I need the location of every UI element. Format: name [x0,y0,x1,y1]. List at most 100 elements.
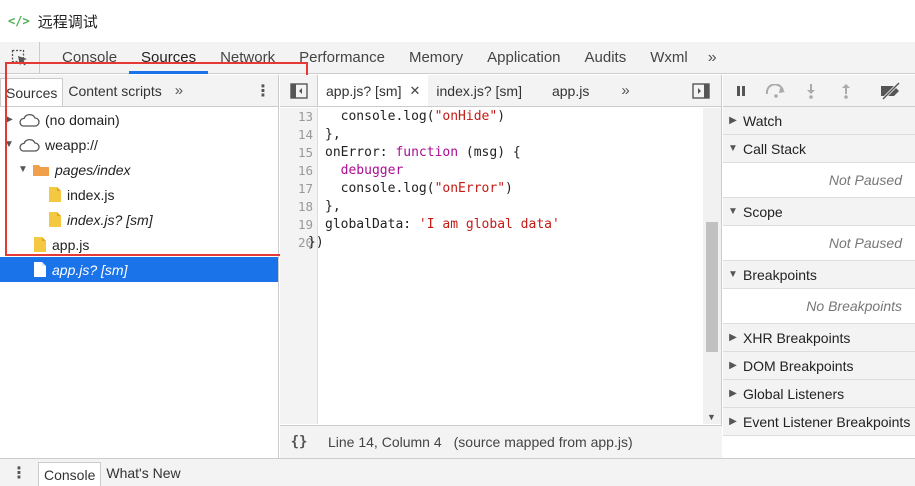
collapse-arrow-icon: ▼ [18,164,28,175]
tab-sources[interactable]: Sources [129,42,209,74]
expanded-triangle-icon: ▼ [728,143,738,154]
tree-item-app-js[interactable]: app.js [0,232,278,257]
panel-left-icon [289,82,308,99]
expanded-triangle-icon: ▼ [728,206,738,217]
tree-item-pages-index[interactable]: ▼ pages/index [0,157,278,182]
debugger-sidebar: ▶ Watch ▼ Call Stack Not Paused ▼ Scope … [723,75,915,458]
window-title: 远程调试 [37,13,98,31]
editor-tab-label: app.js? [sm] [326,82,402,99]
global-listeners-pane-header[interactable]: ▶ Global Listeners [723,380,915,408]
code-line: }) [308,235,324,250]
navigator-tab-sources[interactable]: Sources [0,78,64,106]
code-line: debugger [325,163,404,178]
tab-memory[interactable]: Memory [397,42,475,73]
collapsed-triangle-icon: ▶ [729,388,737,399]
pause-icon [736,85,745,96]
cursor-position: Line 14, Column 4 [328,434,442,450]
expanded-triangle-icon: ▼ [728,269,738,280]
event-listener-breakpoints-pane-header[interactable]: ▶ Event Listener Breakpoints [723,408,915,436]
xhr-breakpoints-pane-header[interactable]: ▶ XHR Breakpoints [723,324,915,352]
collapsed-triangle-icon: ▶ [729,416,737,427]
line-number-gutter[interactable]: 13 14 15 16 17 18 19 20 [280,108,318,424]
editor-scrollbar[interactable]: ▼ [703,108,721,424]
step-into-button[interactable] [793,83,828,99]
watch-pane-header[interactable]: ▶ Watch [723,107,915,135]
navigator-more-button[interactable]: » [167,75,191,106]
inspect-cursor-icon [11,49,27,65]
toggle-navigator-button[interactable] [280,75,318,106]
collapse-arrow-icon: ▼ [4,139,14,150]
drawer-tab-whats-new[interactable]: What's New [101,459,185,486]
line-number: 14 [297,127,313,142]
tree-item-app-js-sm[interactable]: app.js? [sm] [0,257,278,282]
folder-icon [32,163,50,177]
pane-title: Call Stack [743,140,807,157]
tree-item-label: index.js [67,186,115,203]
scroll-down-arrow-icon[interactable]: ▼ [707,412,716,422]
tab-network[interactable]: Network [208,42,287,73]
code-lines: console.log("onHide") }, onError: functi… [308,108,560,252]
tab-performance[interactable]: Performance [287,42,397,73]
tree-item-label: weapp:// [45,136,98,153]
line-number: 16 [297,163,313,178]
tree-item-weapp[interactable]: ▼ weapp:// [0,132,278,157]
toggle-debugger-button[interactable] [681,75,721,106]
deactivate-breakpoints-icon [880,81,900,100]
file-tree: ▶ (no domain) ▼ weapp:// ▼ pages/index i… [0,107,278,282]
line-number: 15 [297,145,313,160]
code-line: console.log("onHide") [325,109,506,124]
tab-wxml[interactable]: Wxml [638,42,700,73]
inspect-element-button[interactable] [0,42,40,73]
line-number: 19 [297,217,313,232]
step-over-icon [765,83,785,98]
navigator-menu-button[interactable]: ⋮ [248,75,278,106]
pretty-print-button[interactable]: {} [280,434,318,450]
tree-item-label: index.js? [sm] [67,211,153,228]
editor-tab-app-js-sm[interactable]: app.js? [sm] ✕ [318,75,429,106]
editor-more-tabs-button[interactable]: » [609,75,641,106]
line-number: 17 [297,181,313,196]
scrollbar-thumb[interactable] [706,222,718,352]
file-icon [48,186,62,203]
tree-item-no-domain[interactable]: ▶ (no domain) [0,107,278,132]
tree-item-label: (no domain) [45,111,120,128]
step-out-button[interactable] [828,83,863,99]
line-number: 18 [297,199,313,214]
collapsed-triangle-icon: ▶ [729,332,737,343]
dom-breakpoints-pane-header[interactable]: ▶ DOM Breakpoints [723,352,915,380]
breakpoints-empty-message: No Breakpoints [723,289,915,324]
code-line: globalData: 'I am global data' [325,217,560,232]
cloud-icon [18,138,40,152]
call-stack-pane-header[interactable]: ▼ Call Stack [723,135,915,163]
source-map-info: (source mapped from app.js) [453,434,633,450]
pane-title: Watch [743,112,783,129]
more-tabs-button[interactable]: » [700,42,725,73]
pane-title: Event Listener Breakpoints [743,413,911,430]
editor-tab-index-js-sm[interactable]: index.js? [sm] [428,75,530,106]
deactivate-breakpoints-button[interactable] [873,81,908,100]
tree-item-index-js[interactable]: index.js [0,182,278,207]
tab-application[interactable]: Application [475,42,572,73]
editor-statusbar: {} Line 14, Column 4 (source mapped from… [280,425,722,458]
pane-title: XHR Breakpoints [743,329,851,346]
window-titlebar: </> 远程调试 [0,0,915,42]
tree-item-index-js-sm[interactable]: index.js? [sm] [0,207,278,232]
editor-tab-app-js[interactable]: app.js [544,75,597,106]
breakpoints-pane-header[interactable]: ▼ Breakpoints [723,261,915,289]
step-over-button[interactable] [758,83,793,98]
source-editor: app.js? [sm] ✕ index.js? [sm] app.js » 1… [280,75,722,458]
navigator-tab-content-scripts[interactable]: Content scripts [63,75,166,106]
code-line: console.log("onError") [325,181,513,196]
drawer-tab-console[interactable]: Console [38,462,102,486]
code-line: }, [325,199,341,214]
close-tab-icon[interactable]: ✕ [409,83,420,99]
editor-tabbar: app.js? [sm] ✕ index.js? [sm] app.js » [280,75,721,107]
drawer-menu-button[interactable]: ⋮ [0,459,38,486]
code-area[interactable]: 13 14 15 16 17 18 19 20 console.log("onH… [280,108,722,424]
tab-audits[interactable]: Audits [573,42,639,73]
tree-item-label: pages/index [55,161,131,178]
tab-console[interactable]: Console [50,42,129,73]
scope-pane-header[interactable]: ▼ Scope [723,198,915,226]
pause-button[interactable] [723,84,758,98]
pane-title: DOM Breakpoints [743,357,854,374]
